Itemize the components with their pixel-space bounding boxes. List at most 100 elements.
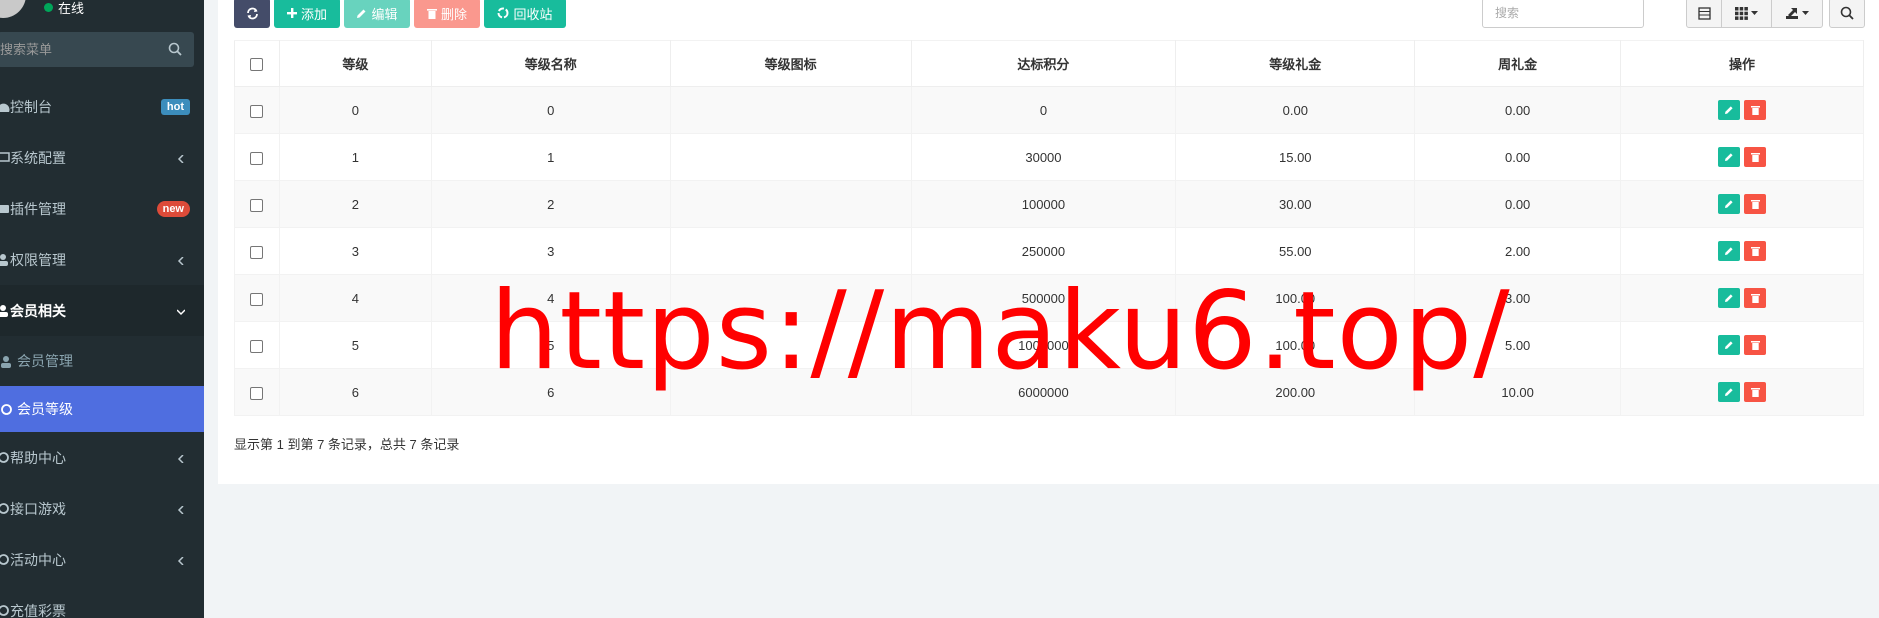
circle-icon bbox=[1, 403, 12, 415]
toggle-view-button[interactable] bbox=[1686, 0, 1722, 28]
cell-points: 100000 bbox=[910, 180, 1177, 228]
delete-button-label: 删除 bbox=[440, 6, 467, 22]
column-header[interactable]: 达标积分 bbox=[910, 40, 1177, 87]
select-all-checkbox[interactable] bbox=[250, 58, 264, 72]
user-status-label: 在线 bbox=[58, 1, 85, 16]
search-icon[interactable] bbox=[168, 42, 182, 56]
row-delete-button[interactable] bbox=[1744, 335, 1767, 355]
column-header[interactable]: 等级图标 bbox=[669, 40, 912, 87]
select-all-cell bbox=[234, 40, 280, 87]
cell-level: 4 bbox=[278, 274, 432, 322]
row-edit-button[interactable] bbox=[1718, 194, 1741, 214]
cell-name: 0 bbox=[430, 86, 671, 134]
cell-gift: 15.00 bbox=[1175, 133, 1416, 181]
sidebar-item-plugins[interactable]: 插件管理 new bbox=[0, 183, 204, 234]
menu-search-input[interactable] bbox=[0, 32, 194, 67]
row-checkbox[interactable] bbox=[250, 339, 264, 353]
row-select-cell bbox=[234, 180, 280, 228]
cell-operations bbox=[1620, 133, 1864, 181]
row-delete-button[interactable] bbox=[1744, 241, 1767, 261]
pencil-icon bbox=[1725, 200, 1733, 208]
columns-button[interactable] bbox=[1721, 0, 1772, 28]
sidebar-item-member-level[interactable]: 会员等级 bbox=[0, 386, 204, 432]
row-select-cell bbox=[234, 133, 280, 181]
trash-icon bbox=[1750, 388, 1760, 397]
column-header[interactable]: 等级名称 bbox=[430, 40, 671, 87]
cell-gift: 0.00 bbox=[1175, 86, 1416, 134]
recycle-bin-label: 回收站 bbox=[513, 6, 553, 22]
row-edit-button[interactable] bbox=[1718, 100, 1741, 120]
row-edit-button[interactable] bbox=[1718, 288, 1741, 308]
pencil-icon bbox=[357, 9, 366, 18]
chevron-left-icon bbox=[177, 257, 184, 265]
table-row[interactable]: 1 1 30000 15.00 0.00 bbox=[234, 133, 1864, 181]
row-delete-button[interactable] bbox=[1744, 100, 1767, 120]
circle-icon bbox=[0, 605, 9, 616]
grid-icon bbox=[1735, 6, 1748, 20]
column-header[interactable]: 周礼金 bbox=[1414, 40, 1622, 87]
sidebar-menu: 控制台 hot 系统配置 插件管理 new 权限管理 会员相关 会员管理 会员等… bbox=[0, 81, 204, 618]
cell-icon bbox=[669, 86, 912, 134]
row-checkbox[interactable] bbox=[250, 245, 264, 259]
caret-down-icon bbox=[1751, 10, 1758, 15]
pencil-icon bbox=[1725, 294, 1733, 302]
table-search-input[interactable] bbox=[1483, 0, 1643, 27]
row-checkbox[interactable] bbox=[250, 386, 264, 400]
table-row[interactable]: 2 2 100000 30.00 0.00 bbox=[234, 180, 1864, 228]
table-row[interactable]: 0 0 0 0.00 0.00 bbox=[234, 86, 1864, 134]
trash-icon bbox=[1750, 247, 1760, 256]
cell-operations bbox=[1620, 274, 1864, 322]
cell-gift: 30.00 bbox=[1175, 180, 1416, 228]
table-row[interactable]: 3 3 250000 55.00 2.00 bbox=[234, 227, 1864, 275]
row-actions bbox=[1718, 194, 1767, 214]
row-delete-button[interactable] bbox=[1744, 288, 1767, 308]
row-edit-button[interactable] bbox=[1718, 382, 1741, 402]
row-checkbox[interactable] bbox=[250, 104, 264, 118]
row-edit-button[interactable] bbox=[1718, 241, 1741, 261]
sidebar-item-lottery[interactable]: 充值彩票 bbox=[0, 585, 204, 618]
row-delete-button[interactable] bbox=[1744, 382, 1767, 402]
sidebar-item-members[interactable]: 会员相关 bbox=[0, 285, 204, 336]
edit-button[interactable]: 编辑 bbox=[344, 0, 410, 28]
row-edit-button[interactable] bbox=[1718, 335, 1741, 355]
advanced-search-button[interactable] bbox=[1829, 0, 1865, 28]
cell-level: 6 bbox=[278, 368, 432, 416]
cell-level: 3 bbox=[278, 227, 432, 275]
circle-icon bbox=[0, 554, 9, 565]
watermark-text: https://maku6.top/ bbox=[490, 269, 1511, 394]
column-header[interactable]: 等级 bbox=[278, 40, 432, 87]
pencil-icon bbox=[1725, 341, 1733, 349]
row-checkbox[interactable] bbox=[250, 151, 264, 165]
recycle-bin-button[interactable]: 回收站 bbox=[484, 0, 566, 28]
cell-operations bbox=[1620, 368, 1864, 416]
sidebar-item-system-config[interactable]: 系统配置 bbox=[0, 132, 204, 183]
add-button[interactable]: 添加 bbox=[274, 0, 340, 28]
row-actions bbox=[1718, 335, 1767, 355]
refresh-button[interactable] bbox=[234, 0, 270, 28]
sidebar-item-activities[interactable]: 活动中心 bbox=[0, 534, 204, 585]
row-select-cell bbox=[234, 368, 280, 416]
sidebar-item-permissions[interactable]: 权限管理 bbox=[0, 234, 204, 285]
trash-icon bbox=[1750, 153, 1760, 162]
sidebar-item-dashboard[interactable]: 控制台 hot bbox=[0, 81, 204, 132]
row-delete-button[interactable] bbox=[1744, 194, 1767, 214]
sidebar-item-member-manage[interactable]: 会员管理 bbox=[0, 336, 204, 386]
row-edit-button[interactable] bbox=[1718, 147, 1741, 167]
sidebar-item-help[interactable]: 帮助中心 bbox=[0, 432, 204, 483]
users-icon bbox=[0, 305, 8, 317]
pagination-info: 显示第 1 到第 7 条记录，总共 7 条记录 bbox=[234, 437, 460, 452]
cell-level: 2 bbox=[278, 180, 432, 228]
recycle-icon bbox=[497, 7, 509, 19]
delete-button[interactable]: 删除 bbox=[414, 0, 480, 28]
column-header[interactable]: 等级礼金 bbox=[1175, 40, 1416, 87]
avatar[interactable] bbox=[0, 0, 26, 18]
toolbar: 添加 编辑 删除 回收站 bbox=[234, 0, 566, 28]
sidebar-item-games[interactable]: 接口游戏 bbox=[0, 483, 204, 534]
trash-icon bbox=[1750, 200, 1760, 209]
cell-weekly: 2.00 bbox=[1414, 227, 1622, 275]
row-delete-button[interactable] bbox=[1744, 147, 1767, 167]
export-button[interactable] bbox=[1771, 0, 1823, 28]
row-checkbox[interactable] bbox=[250, 198, 264, 212]
new-badge: new bbox=[156, 201, 190, 217]
row-checkbox[interactable] bbox=[250, 292, 264, 306]
